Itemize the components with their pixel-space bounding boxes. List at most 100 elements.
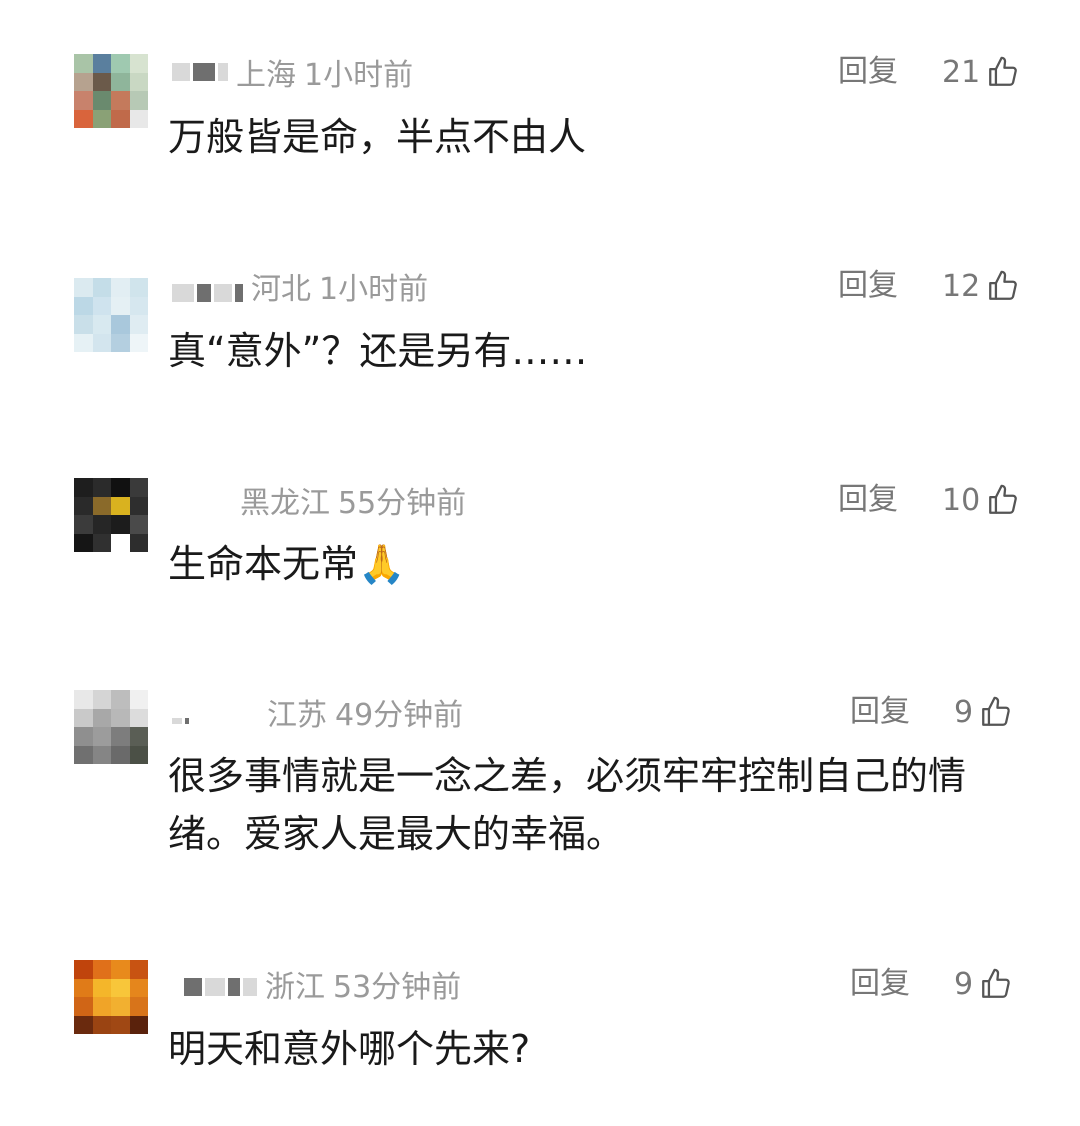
avatar-pixel [129, 1015, 148, 1034]
reply-button[interactable]: 回复 [838, 480, 898, 520]
avatar-pixel [74, 978, 93, 997]
avatar-pixel [111, 54, 130, 73]
avatar-pixel [92, 1015, 111, 1034]
avatar-pixel [111, 515, 130, 534]
avatar-pixel [92, 727, 111, 746]
reply-button[interactable]: 回复 [838, 266, 898, 306]
avatar-pixel [111, 708, 130, 727]
avatar-pixel [74, 1015, 93, 1034]
avatar-pixel [92, 960, 111, 979]
username-blurred[interactable] [172, 718, 189, 724]
time-label: 1小时前 [319, 272, 429, 307]
avatar-pixel [111, 690, 130, 709]
avatar-pixel [92, 91, 111, 110]
avatar-pixel [74, 960, 93, 979]
avatar-pixel [74, 515, 93, 534]
avatar-pixel [74, 315, 93, 334]
like-count: 9 [954, 966, 974, 1002]
avatar-pixel [129, 333, 148, 352]
avatar-pixel [74, 109, 93, 128]
avatar-pixel [111, 1015, 130, 1034]
avatar-pixel [129, 745, 148, 764]
avatar-pixel [92, 708, 111, 727]
thumb-up-icon [982, 696, 1010, 726]
avatar-pixel [129, 296, 148, 315]
avatar-pixel [92, 496, 111, 515]
user-meta: 上海 1小时前 [172, 52, 414, 93]
avatar-pixel [74, 690, 93, 709]
avatar-pixel [111, 333, 130, 352]
avatar-pixel [111, 727, 130, 746]
avatar[interactable] [74, 690, 148, 764]
avatar-pixel [129, 315, 148, 334]
avatar-pixel [74, 997, 93, 1016]
avatar-pixel [74, 72, 93, 91]
avatar-pixel [129, 54, 148, 73]
avatar-pixel [74, 533, 93, 552]
avatar-pixel [74, 333, 93, 352]
avatar-pixel [129, 978, 148, 997]
like-count: 9 [954, 694, 974, 730]
reply-button[interactable]: 回复 [838, 52, 898, 92]
avatar-pixel [129, 708, 148, 727]
avatar-pixel [92, 296, 111, 315]
location-label: 上海 [236, 58, 296, 93]
avatar-pixel [129, 515, 148, 534]
avatar-pixel [74, 91, 93, 110]
avatar-pixel [92, 315, 111, 334]
like-count: 10 [942, 482, 981, 518]
time-label: 55分钟前 [338, 486, 467, 521]
like-button[interactable]: 9 [954, 692, 1013, 732]
avatar-pixel [74, 727, 93, 746]
avatar[interactable] [74, 54, 148, 128]
user-meta: 河北 1小时前 [172, 266, 429, 307]
avatar-pixel [129, 960, 148, 979]
user-meta: 黑龙江 55分钟前 [240, 480, 467, 521]
avatar-pixel [111, 745, 130, 764]
avatar-pixel [92, 278, 111, 297]
avatar-pixel [111, 997, 130, 1016]
comment-text: 明天和意外哪个先来? [168, 1027, 531, 1071]
avatar-pixel [111, 496, 130, 515]
username-blurred[interactable] [172, 284, 243, 302]
like-button[interactable]: 21 [942, 52, 1020, 92]
comment-text: 很多事情就是一念之差，必须牢牢控制自己的情绪。爱家人是最大的幸福。 [168, 754, 967, 856]
avatar-pixel [111, 315, 130, 334]
time-label: 53分钟前 [333, 970, 462, 1005]
avatar-pixel [74, 54, 93, 73]
like-button[interactable]: 10 [942, 480, 1020, 520]
avatar-pixel [92, 515, 111, 534]
avatar-pixel [111, 91, 130, 110]
avatar-pixel [111, 960, 130, 979]
avatar-pixel [129, 727, 148, 746]
avatar-pixel [74, 496, 93, 515]
avatar[interactable] [74, 278, 148, 352]
comment-text: 万般皆是命，半点不由人 [168, 115, 587, 159]
username-blurred[interactable] [172, 63, 228, 81]
thumb-up-icon [989, 484, 1018, 514]
avatar[interactable] [74, 960, 148, 1034]
avatar-pixel [92, 109, 111, 128]
avatar-pixel [111, 533, 130, 552]
avatar-pixel [111, 296, 130, 315]
time-label: 49分钟前 [335, 698, 464, 733]
like-button[interactable]: 12 [942, 266, 1020, 306]
location-label: 河北 [251, 272, 311, 307]
avatar-pixel [111, 278, 130, 297]
avatar-pixel [129, 478, 148, 497]
avatar-pixel [129, 109, 148, 128]
user-meta: 江苏 49分钟前 [172, 692, 464, 733]
avatar-pixel [74, 296, 93, 315]
avatar-pixel [92, 690, 111, 709]
avatar-pixel [92, 533, 111, 552]
avatar-pixel [92, 997, 111, 1016]
reply-button[interactable]: 回复 [850, 964, 910, 1004]
avatar-pixel [92, 478, 111, 497]
time-label: 1小时前 [304, 58, 414, 93]
username-blurred[interactable] [184, 978, 257, 996]
avatar-pixel [129, 997, 148, 1016]
reply-button[interactable]: 回复 [850, 692, 910, 732]
like-button[interactable]: 9 [954, 964, 1013, 1004]
avatar[interactable] [74, 478, 148, 552]
avatar-pixel [92, 978, 111, 997]
